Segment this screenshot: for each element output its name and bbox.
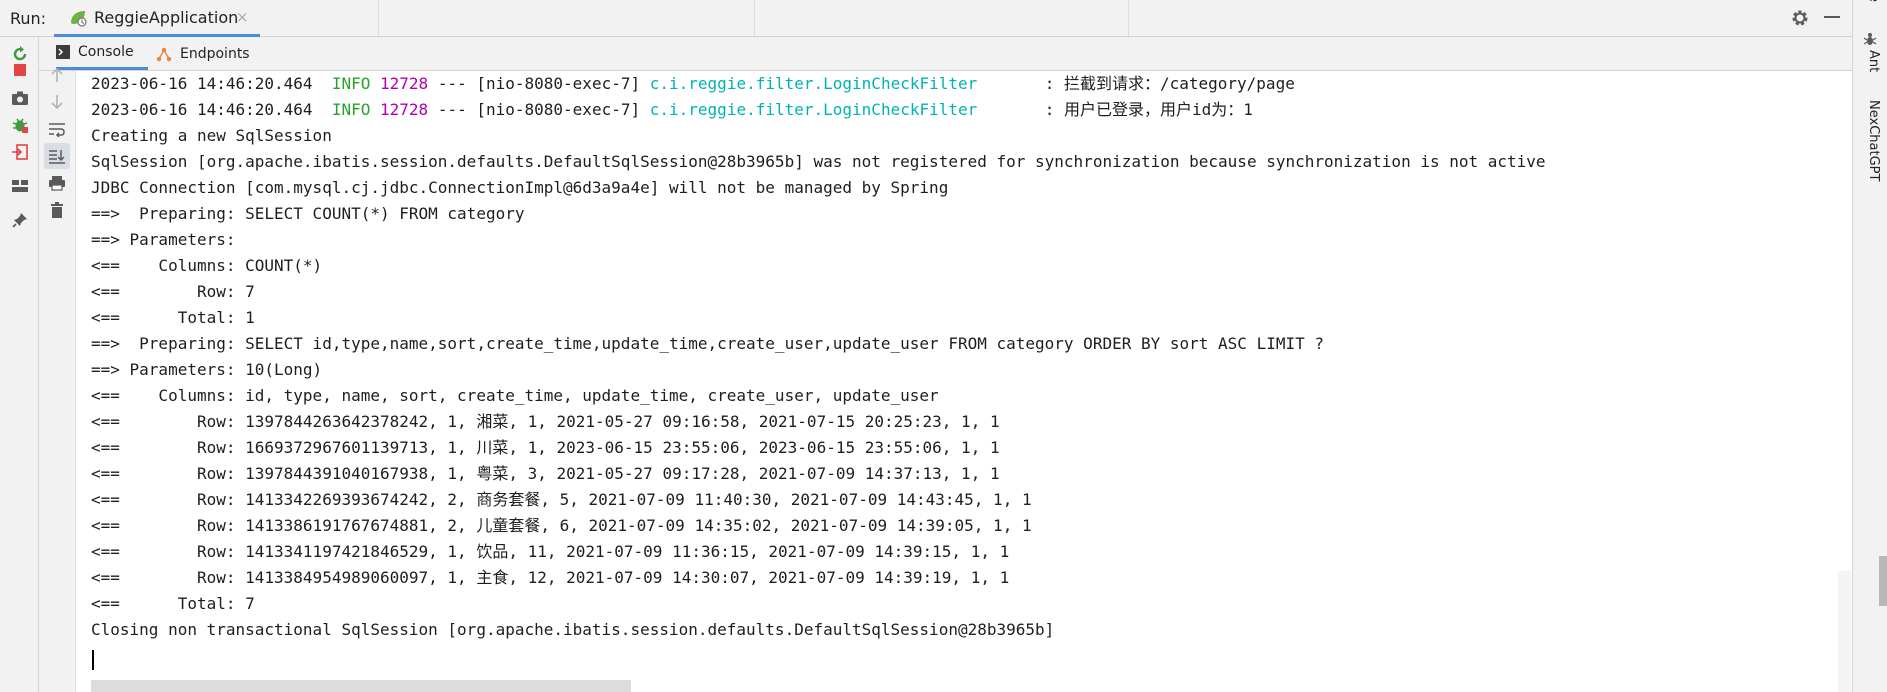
- print-button[interactable]: [44, 170, 70, 196]
- text-caret: [92, 650, 94, 670]
- close-tab-icon[interactable]: ×: [236, 8, 249, 26]
- log-pid: 12728: [380, 100, 429, 119]
- console-line: ==> Preparing: SELECT COUNT(*) FROM cate…: [91, 204, 525, 223]
- minimize-icon[interactable]: [1824, 16, 1840, 18]
- console-line: <== Row: 1413386191767674881, 2, 儿童套餐, 6…: [91, 516, 1032, 535]
- run-toolbar: Run: ReggieApplication ×: [0, 0, 1852, 38]
- tab-console-label: Console: [78, 44, 134, 60]
- console-line: <== Columns: COUNT(*): [91, 256, 323, 275]
- console-line: ==> Parameters: 10(Long): [91, 360, 323, 379]
- arrow-up-icon: [51, 67, 63, 82]
- log-timestamp: 2023-06-16 14:46:20.464: [91, 100, 313, 119]
- ant-tool-button[interactable]: Ant: [1866, 50, 1881, 72]
- run-subtabs: Console Endpoints: [38, 37, 1852, 71]
- divider: [378, 0, 379, 36]
- soft-wrap-icon: [49, 123, 65, 137]
- scroll-to-end-button[interactable]: [44, 143, 70, 169]
- console-line: <== Columns: id, type, name, sort, creat…: [91, 386, 939, 405]
- console-line: <== Row: 1669372967601139713, 1, 川菜, 1, …: [91, 438, 1000, 457]
- console-icon: [56, 45, 70, 59]
- bug-icon: [12, 118, 28, 133]
- trash-icon: [51, 202, 63, 218]
- arrow-down-icon: [51, 95, 63, 110]
- stop-button[interactable]: [7, 57, 33, 83]
- console-line: <== Row: 1397844391040167938, 1, 粤菜, 3, …: [91, 464, 1000, 483]
- console-line: <== Row: 1397844263642378242, 1, 湘菜, 1, …: [91, 412, 1000, 431]
- pin-tab-button[interactable]: [7, 207, 33, 233]
- stop-icon: [14, 64, 26, 76]
- console-line: <== Total: 7: [91, 594, 255, 613]
- clear-all-button[interactable]: [44, 197, 70, 223]
- tab-endpoints[interactable]: Endpoints: [156, 37, 250, 70]
- tab-endpoints-label: Endpoints: [180, 45, 250, 62]
- console-line: Closing non transactional SqlSession [or…: [91, 620, 1055, 639]
- pin-icon: [12, 213, 27, 228]
- console-line: ==> Preparing: SELECT id,type,name,sort,…: [91, 334, 1324, 353]
- log-message: : 用户已登录，用户id为：1: [1044, 100, 1253, 119]
- tab-title: ReggieApplication: [94, 8, 239, 27]
- log-logger: c.i.reggie.filter.LoginCheckFilter: [649, 74, 978, 93]
- log-logger: c.i.reggie.filter.LoginCheckFilter: [649, 100, 978, 119]
- log-thread: --- [nio-8080-exec-7]: [437, 74, 641, 93]
- console-line: <== Row: 1413342269393674242, 2, 商务套餐, 5…: [91, 490, 1032, 509]
- console-actions-toolbar: [39, 67, 76, 692]
- console-line: SqlSession [org.apache.ibatis.session.de…: [91, 152, 1546, 171]
- tab-reggie-application[interactable]: ReggieApplication ×: [54, 0, 260, 38]
- scroll-to-end-icon: [49, 150, 65, 164]
- console-line: Creating a new SqlSession: [91, 126, 332, 145]
- run-actions-toolbar: [0, 37, 39, 692]
- endpoints-icon: [156, 47, 172, 61]
- up-stack-trace-button[interactable]: [44, 62, 70, 88]
- console-line: <== Row: 7: [91, 282, 255, 301]
- debug-button[interactable]: [7, 112, 33, 138]
- log-pid: 12728: [380, 74, 429, 93]
- layout-icon: [12, 180, 28, 192]
- spring-boot-app-icon: [71, 11, 87, 27]
- vertical-scrollbar[interactable]: [1838, 571, 1851, 692]
- divider: [1128, 0, 1129, 36]
- exit-button[interactable]: [7, 139, 33, 165]
- console-output[interactable]: 2023-06-16 14:46:20.464 INFO 12728 --- […: [76, 71, 1838, 692]
- screenshot-button[interactable]: [7, 85, 33, 111]
- log-message: : 拦截到请求：/category/page: [1044, 74, 1295, 93]
- console-line: JDBC Connection [com.mysql.cj.jdbc.Conne…: [91, 178, 949, 197]
- nexchatgpt-tool-button[interactable]: NexChatGPT: [1866, 100, 1881, 181]
- console-line: <== Row: 1413384954989060097, 1, 主食, 12,…: [91, 568, 1010, 587]
- log-level: INFO: [331, 100, 371, 119]
- tool-window-label[interactable]: e: [1866, 0, 1881, 2]
- right-tool-strip: e Ant NexChatGPT: [1852, 0, 1887, 692]
- soft-wrap-button[interactable]: [44, 116, 70, 142]
- horizontal-scrollbar[interactable]: [91, 680, 631, 692]
- printer-icon: [49, 176, 65, 191]
- gear-icon[interactable]: [1790, 8, 1810, 28]
- log-timestamp: 2023-06-16 14:46:20.464: [91, 74, 313, 93]
- log-line-1: 2023-06-16 14:46:20.464 INFO 12728 --- […: [91, 71, 1295, 97]
- console-line: ==> Parameters:: [91, 230, 246, 249]
- down-stack-trace-button[interactable]: [44, 89, 70, 115]
- run-label: Run:: [10, 9, 47, 28]
- log-thread: --- [nio-8080-exec-7]: [437, 100, 641, 119]
- log-line-2: 2023-06-16 14:46:20.464 INFO 12728 --- […: [91, 97, 1253, 123]
- log-level: INFO: [331, 74, 371, 93]
- scrollbar-thumb[interactable]: [1879, 556, 1887, 606]
- console-line: <== Total: 1: [91, 308, 255, 327]
- ant-icon: [1863, 33, 1877, 45]
- exit-icon: [12, 144, 28, 160]
- camera-icon: [12, 91, 28, 105]
- divider: [754, 0, 755, 36]
- layout-button[interactable]: [7, 173, 33, 199]
- console-line: <== Row: 1413341197421846529, 1, 饮品, 11,…: [91, 542, 1010, 561]
